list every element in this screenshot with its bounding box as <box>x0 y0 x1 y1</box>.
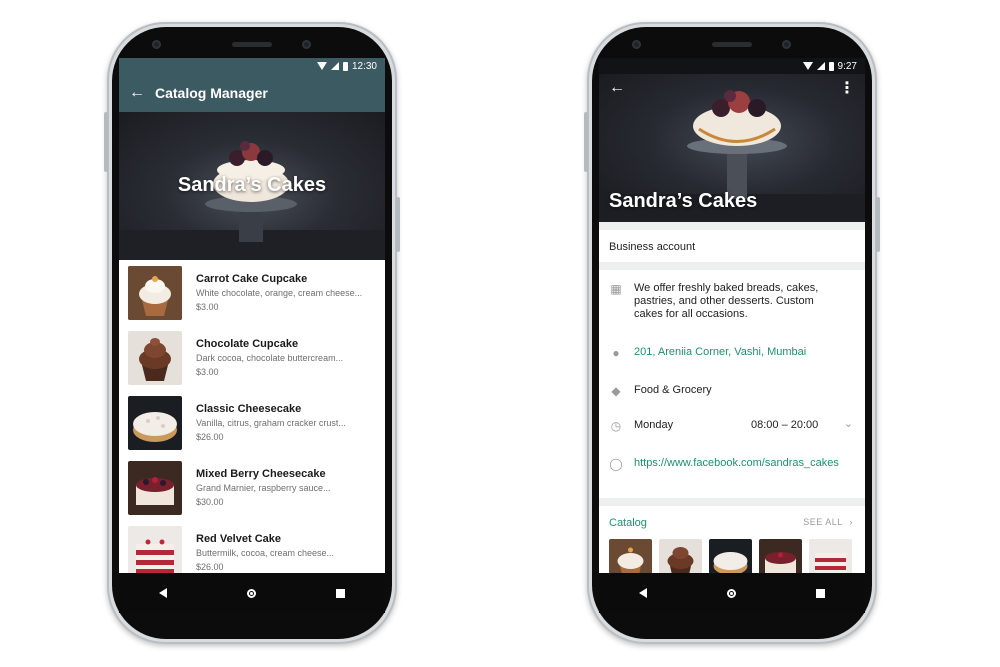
left-screen: 12:30 ← Catalog Manager Sandra’s Cakes C… <box>119 58 385 613</box>
chevron-down-icon[interactable]: ⌄ <box>844 417 853 430</box>
battery-icon <box>828 61 834 71</box>
right-phone: 9:27 ← ⋮ Sandra’s Cakes Business account… <box>584 22 880 644</box>
profile-toolbar: ← ⋮ <box>599 74 865 104</box>
left-phone: 12:30 ← Catalog Manager Sandra’s Cakes C… <box>104 22 400 644</box>
power-button <box>396 197 400 252</box>
battery-icon <box>342 61 348 71</box>
product-name: Mixed Berry Cheesecake <box>196 468 326 480</box>
list-item[interactable]: Chocolate Cupcake Dark cocoa, chocolate … <box>119 325 385 390</box>
product-thumbnail <box>128 461 182 515</box>
product-description: Vanilla, citrus, graham cracker crust... <box>196 418 346 428</box>
product-description: Buttermilk, cocoa, cream cheese... <box>196 548 335 558</box>
catalog-title: Catalog <box>609 517 647 529</box>
wifi-icon <box>802 62 813 70</box>
business-name: Sandra’s Cakes <box>609 190 758 212</box>
product-name: Chocolate Cupcake <box>196 338 299 350</box>
berry-cheesecake-image <box>128 461 182 515</box>
status-time: 12:30 <box>351 60 377 72</box>
status-bar: 12:30 <box>119 58 385 74</box>
volume-button <box>584 112 588 172</box>
product-description: Dark cocoa, chocolate buttercream... <box>196 353 344 363</box>
account-type-label: Business account <box>609 241 696 253</box>
status-bar: 9:27 <box>599 58 865 74</box>
app-bar: ← Catalog Manager <box>119 74 385 112</box>
product-thumbnail <box>128 266 182 320</box>
list-item[interactable]: Mixed Berry Cheesecake Grand Marnier, ra… <box>119 455 385 520</box>
address-row[interactable]: ● 201, Areniia Corner, Vashi, Mumbai <box>599 344 865 362</box>
product-thumbnail <box>128 396 182 450</box>
hours-time: 08:00 – 20:00 <box>751 419 819 431</box>
catalog-hero-title: Sandra’s Cakes <box>177 174 327 196</box>
sensor <box>302 40 311 49</box>
cupcake-chocolate-image <box>128 331 182 385</box>
see-all-label[interactable]: SEE ALL <box>803 517 842 527</box>
more-vert-icon[interactable]: ⋮ <box>839 78 855 98</box>
cupcake-white-image <box>128 266 182 320</box>
product-description: White chocolate, orange, cream cheese... <box>196 288 363 298</box>
description-row: ▦ We offer freshly baked breads, cakes, … <box>599 280 865 324</box>
back-arrow-icon[interactable]: ← <box>119 84 155 102</box>
store-icon: ▦ <box>610 282 622 296</box>
list-item[interactable]: Classic Cheesecake Vanilla, citrus, grah… <box>119 390 385 455</box>
product-price: $26.00 <box>196 432 224 442</box>
nav-recents-icon[interactable] <box>336 588 345 598</box>
phone-bezel: 12:30 ← Catalog Manager Sandra’s Cakes C… <box>112 27 392 639</box>
nav-back-icon[interactable] <box>639 588 647 598</box>
product-list: Carrot Cake Cupcake White chocolate, ora… <box>119 260 385 580</box>
status-time: 9:27 <box>837 60 857 72</box>
nav-home-icon[interactable] <box>727 588 736 598</box>
location-pin-icon: ● <box>612 346 620 360</box>
nav-recents-icon[interactable] <box>816 588 825 598</box>
earpiece-speaker <box>712 42 752 47</box>
product-name: Carrot Cake Cupcake <box>196 273 308 285</box>
cheesecake-image <box>128 396 182 450</box>
tag-icon: ◆ <box>611 384 621 398</box>
clock-icon: ◷ <box>610 419 622 433</box>
product-name: Classic Cheesecake <box>196 403 302 415</box>
business-description: We offer freshly baked breads, cakes, pa… <box>634 282 819 320</box>
hours-day: Monday <box>634 419 674 431</box>
front-camera <box>152 40 161 49</box>
product-name: Red Velvet Cake <box>196 533 281 545</box>
sensor <box>782 40 791 49</box>
nav-home-icon[interactable] <box>247 588 256 598</box>
power-button <box>876 197 880 252</box>
account-type-card: Business account <box>599 230 865 262</box>
front-camera <box>632 40 641 49</box>
volume-button <box>104 112 108 172</box>
business-category: Food & Grocery <box>634 384 712 396</box>
category-row: ◆ Food & Grocery <box>599 382 865 400</box>
red-velvet-image <box>128 526 182 580</box>
signal-icon <box>330 62 339 70</box>
signal-icon <box>816 62 825 70</box>
product-price: $3.00 <box>196 302 219 312</box>
product-price: $26.00 <box>196 562 224 572</box>
right-screen: 9:27 ← ⋮ Sandra’s Cakes Business account… <box>599 58 865 613</box>
wifi-icon <box>316 62 327 70</box>
website-link[interactable]: https://www.facebook.com/sandras_cakes <box>634 457 839 469</box>
business-info-card: ▦ We offer freshly baked breads, cakes, … <box>599 270 865 498</box>
business-address[interactable]: 201, Areniia Corner, Vashi, Mumbai <box>634 346 806 358</box>
system-nav-bar <box>119 573 385 613</box>
list-item[interactable]: Carrot Cake Cupcake White chocolate, ora… <box>119 260 385 325</box>
product-price: $3.00 <box>196 367 219 377</box>
chevron-right-icon: › <box>849 517 853 527</box>
system-nav-bar <box>599 573 865 613</box>
product-thumbnail <box>128 331 182 385</box>
globe-icon: ◯ <box>609 457 623 471</box>
nav-back-icon[interactable] <box>159 588 167 598</box>
catalog-cover-image: Sandra’s Cakes <box>119 112 385 260</box>
see-all-link[interactable]: SEE ALL › <box>803 517 853 527</box>
page-title: Catalog Manager <box>155 85 268 101</box>
phone-bezel: 9:27 ← ⋮ Sandra’s Cakes Business account… <box>592 27 872 639</box>
hours-row[interactable]: ◷ Monday 08:00 – 20:00 ⌄ <box>599 417 865 435</box>
earpiece-speaker <box>232 42 272 47</box>
website-row[interactable]: ◯ https://www.facebook.com/sandras_cakes <box>599 455 865 473</box>
product-description: Grand Marnier, raspberry sauce... <box>196 483 331 493</box>
back-arrow-icon[interactable]: ← <box>609 79 625 97</box>
product-price: $30.00 <box>196 497 224 507</box>
product-thumbnail <box>128 526 182 580</box>
